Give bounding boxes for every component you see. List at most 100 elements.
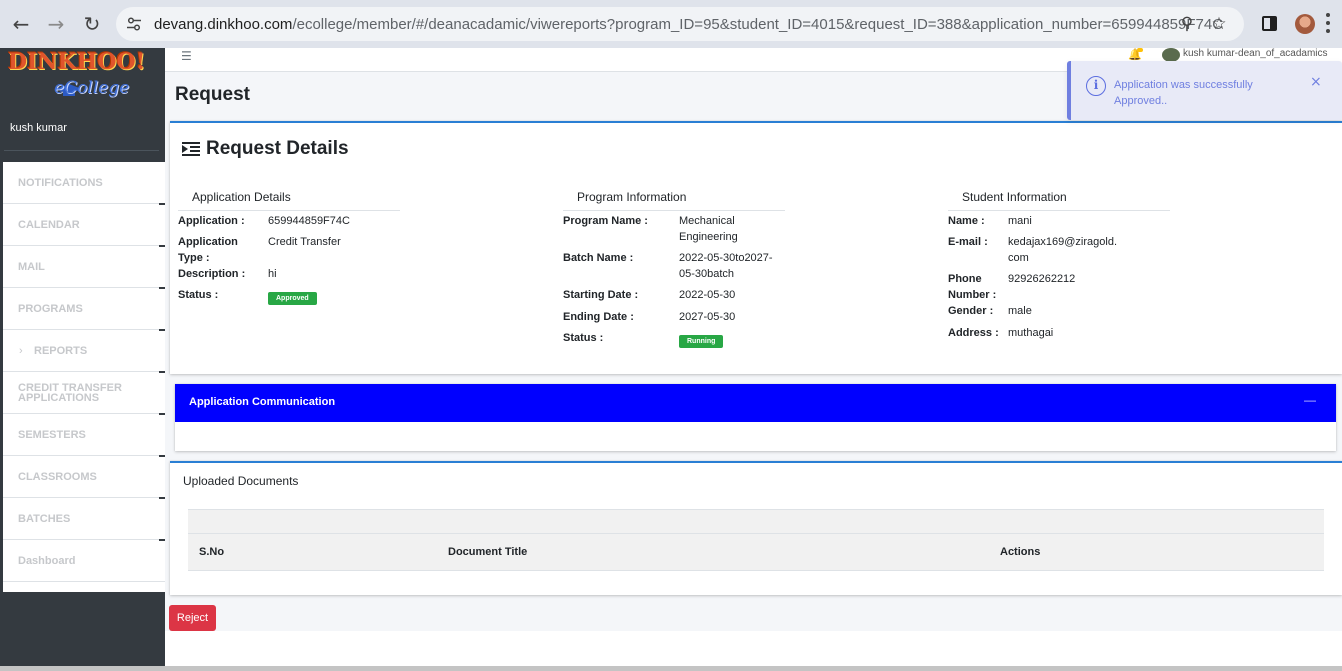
detail-key: Program Name : xyxy=(563,215,648,227)
horizontal-scrollbar[interactable] xyxy=(0,666,1342,671)
documents-title: Uploaded Documents xyxy=(183,474,299,488)
info-icon: i xyxy=(1086,76,1106,96)
footer-area xyxy=(165,631,1342,671)
table-row xyxy=(188,509,1324,533)
notification-badge xyxy=(1137,48,1143,52)
detail-key: Ending Date : xyxy=(563,311,634,323)
student-name: mani xyxy=(1008,215,1032,227)
detail-row: Application : 659944859F74C xyxy=(178,213,438,234)
status-badge: Approved xyxy=(268,292,317,305)
side-panel-icon[interactable] xyxy=(1262,16,1277,31)
sidebar-item-calendar[interactable]: CALENDAR xyxy=(3,204,165,247)
batch-name: 2022-05-30to2027-05-30batch xyxy=(679,252,773,280)
site-settings-icon[interactable] xyxy=(126,16,142,32)
url-path: /ecollege/member/#/deanacadamic/viwerepo… xyxy=(292,16,1224,33)
address-bar[interactable]: devang.dinkhoo.com/ecollege/member/#/dea… xyxy=(116,7,1244,41)
student-gender: male xyxy=(1008,305,1032,317)
detail-row: E-mail : kedajax169@ziragold.com xyxy=(948,234,1208,271)
success-toast: i Application was successfully Approved.… xyxy=(1067,61,1342,120)
sidebar-item-semesters[interactable]: SEMESTERS xyxy=(3,414,165,457)
sidebar-item-notifications[interactable]: NOTIFICATIONS xyxy=(3,162,165,205)
detail-row: Status : Approved xyxy=(178,287,438,308)
section-heading: Student Information xyxy=(948,183,1170,211)
status-badge: Running xyxy=(679,335,724,348)
url-host: devang.dinkhoo.com xyxy=(154,16,293,33)
reject-button[interactable]: Reject xyxy=(169,605,216,631)
detail-key: Application : xyxy=(178,215,245,227)
sidebar-divider xyxy=(4,150,159,151)
sidebar-item-label: PROGRAMS xyxy=(18,303,83,315)
application-details-section: Application Details Application : 659944… xyxy=(178,183,438,306)
detail-row: Gender : male xyxy=(948,303,1208,325)
request-details-title: Request Details xyxy=(182,138,349,160)
application-type: Credit Transfer xyxy=(268,236,341,248)
status-badge-wrap: Running xyxy=(679,332,795,348)
detail-key: Batch Name : xyxy=(563,252,634,264)
sidebar: DINKHOO! eCollege kush kumar NOTIFICATIO… xyxy=(0,48,165,671)
student-phone: 92926262212 xyxy=(1008,273,1076,285)
program-name: Mechanical Engineering xyxy=(679,215,738,243)
detail-row: Phone Number : 92926262212 xyxy=(948,271,1208,303)
sidebar-item-dashboard[interactable]: Dashboard xyxy=(3,540,165,582)
sidebar-item-mail[interactable]: MAIL xyxy=(3,246,165,289)
detail-key: Status : xyxy=(563,332,604,344)
sidebar-item-batches[interactable]: BATCHES xyxy=(3,498,165,541)
logo-subtitle: eCollege xyxy=(54,78,130,98)
sidebar-item-label: CREDIT TRANSFER APPLICATIONS xyxy=(18,382,122,404)
top-user-name[interactable]: kush kumar-dean_of_acadamics xyxy=(1183,48,1328,59)
sidebar-menu: NOTIFICATIONS CALENDAR MAIL PROGRAMS › RE… xyxy=(3,162,165,592)
main-content: ☰ 🔔 kush kumar-dean_of_acadamics Request… xyxy=(165,48,1342,671)
close-icon[interactable]: × xyxy=(1310,74,1322,90)
dinkhoo-logo[interactable]: DINKHOO! eCollege xyxy=(8,50,158,102)
hamburger-menu-icon[interactable]: ☰ xyxy=(181,49,192,63)
back-arrow-icon[interactable]: ← xyxy=(8,11,34,37)
detail-row: Application Type : Credit Transfer xyxy=(178,234,438,266)
application-communication-card: Application Communication — xyxy=(175,384,1336,451)
column-header-actions: Actions xyxy=(1000,546,1041,558)
toast-message: Application was successfully Approved.. xyxy=(1114,79,1253,107)
collapse-button[interactable]: — xyxy=(1304,393,1316,407)
student-address: muthagai xyxy=(1008,327,1054,339)
status-badge-wrap: Approved xyxy=(268,289,384,305)
zoom-icon[interactable]: ⚲ xyxy=(1178,15,1196,33)
student-information-section: Student Information Name : mani E-mail :… xyxy=(948,183,1208,344)
section-heading: Application Details xyxy=(178,183,400,211)
detail-row: Name : mani xyxy=(948,213,1208,234)
communication-header[interactable]: Application Communication — xyxy=(175,384,1336,422)
avatar[interactable] xyxy=(1162,48,1180,62)
sidebar-item-reports[interactable]: › REPORTS xyxy=(3,330,165,373)
detail-key: Starting Date : xyxy=(563,289,639,301)
detail-row: Starting Date : 2022-05-30 xyxy=(563,287,823,309)
chevron-right-icon: › xyxy=(19,345,23,357)
detail-key: Description : xyxy=(178,268,246,280)
indent-list-icon xyxy=(182,141,200,157)
application-description: hi xyxy=(268,268,277,280)
reload-icon[interactable]: ↻ xyxy=(79,11,105,37)
browser-toolbar: ← → ↻ devang.dinkhoo.com/ecollege/member… xyxy=(0,0,1342,48)
sidebar-item-label: CLASSROOMS xyxy=(18,471,97,483)
sidebar-item-programs[interactable]: PROGRAMS xyxy=(3,288,165,331)
column-header-document-title: Document Title xyxy=(448,546,528,558)
sidebar-user-name[interactable]: kush kumar xyxy=(10,122,67,134)
sidebar-item-label: NOTIFICATIONS xyxy=(18,177,103,189)
sidebar-item-label: Dashboard xyxy=(18,555,76,567)
application-number: 659944859F74C xyxy=(268,215,350,227)
forward-arrow-icon[interactable]: → xyxy=(43,11,69,37)
logo-text: DINKHOO! xyxy=(8,49,146,75)
communication-title: Application Communication xyxy=(189,396,336,408)
bookmark-star-icon[interactable]: ☆ xyxy=(1210,15,1228,33)
detail-key: Status : xyxy=(178,289,219,301)
sidebar-item-credit-transfer[interactable]: CREDIT TRANSFER APPLICATIONS xyxy=(3,372,165,415)
student-email: kedajax169@ziragold.com xyxy=(1008,236,1118,264)
sidebar-item-label: SEMESTERS xyxy=(18,429,86,441)
url-text[interactable]: devang.dinkhoo.com/ecollege/member/#/dea… xyxy=(154,16,1223,33)
detail-row: Program Name : Mechanical Engineering xyxy=(563,213,823,250)
table-header-row: S.No Document Title Actions xyxy=(188,533,1324,571)
sidebar-item-label: REPORTS xyxy=(34,345,88,357)
browser-menu-icon[interactable] xyxy=(1326,13,1330,35)
detail-row: Description : hi xyxy=(178,266,438,287)
sidebar-item-classrooms[interactable]: CLASSROOMS xyxy=(3,456,165,499)
ending-date: 2027-05-30 xyxy=(679,311,736,323)
column-header-sno: S.No xyxy=(199,546,225,558)
profile-avatar[interactable] xyxy=(1295,14,1315,34)
